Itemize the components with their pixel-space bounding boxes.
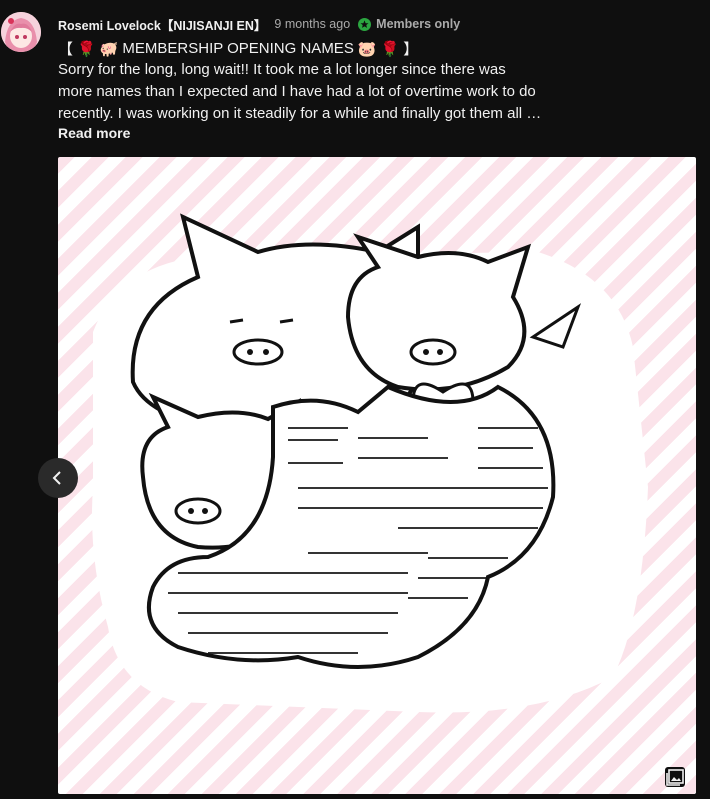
pig-drawing [92,213,648,713]
image-gallery-icon[interactable] [664,766,686,788]
avatar[interactable] [1,12,41,52]
star-badge-icon [358,17,372,31]
members-only-label: Members only [376,17,461,31]
title-bracket-close: 】 [403,41,419,58]
post-body-line: Sorry for the long, long wait!! It took … [58,61,506,78]
author-name[interactable]: Rosemi Lovelock【NIJISANJI EN】 [58,15,266,34]
rose-emoji: 🌹 [77,40,96,58]
post-time[interactable]: 9 months ago [274,17,350,31]
post-body-line: more names than I expected and I have ha… [58,83,536,100]
title-text: MEMBERSHIP OPENING NAMES [122,40,354,57]
avatar-image [1,12,41,52]
post-body-line: recently. I was working on it steadily f… [58,105,542,122]
post-body: Sorry for the long, long wait!! It took … [58,59,578,125]
previous-image-button[interactable] [38,458,78,498]
chevron-left-icon [52,471,61,485]
post-header: Rosemi Lovelock【NIJISANJI EN】 9 months a… [58,15,460,33]
post-title: 【 🌹 🐖 MEMBERSHIP OPENING NAMES 🐷 🌹 】 [58,38,418,59]
pig-emoji: 🐖 [99,40,119,58]
title-bracket-open: 【 [58,41,74,58]
pig-face-emoji: 🐷 [357,40,377,58]
members-only-badge: Members only [358,17,460,31]
post-image[interactable] [58,157,696,794]
rose-emoji: 🌹 [380,40,400,58]
read-more-button[interactable]: Read more [58,125,130,141]
